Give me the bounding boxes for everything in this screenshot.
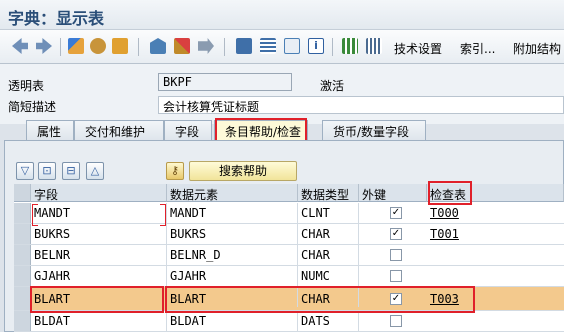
row-selector[interactable]	[14, 311, 31, 331]
short-description-field[interactable]: 会计核算凭证标题	[158, 96, 564, 114]
list-icon[interactable]	[260, 38, 276, 54]
navigate-icon[interactable]	[198, 38, 214, 54]
table-row[interactable]: GJAHR GJAHR NUMC	[14, 266, 564, 287]
data-element-cell[interactable]: BLDAT	[167, 311, 298, 331]
check-table-cell[interactable]	[427, 245, 564, 265]
tab-currency-quantity[interactable]: 货币/数量字段	[322, 120, 426, 140]
table-header-form: 透明表 BKPF 激活 简短描述 会计核算凭证标题	[0, 64, 564, 124]
expand-icon[interactable]: ⊡	[38, 162, 56, 180]
highlight-row-details	[165, 286, 475, 313]
back-arrow-icon[interactable]	[12, 38, 28, 54]
data-element-cell[interactable]: MANDT	[167, 203, 298, 223]
grid-icon[interactable]	[366, 38, 382, 54]
row-selector[interactable]	[14, 224, 31, 244]
data-type-cell: DATS	[298, 311, 359, 331]
row-selector[interactable]	[14, 245, 31, 265]
table-row[interactable]: BELNR BELNR_D CHAR	[14, 245, 564, 266]
toolbar-separator	[60, 38, 61, 56]
hierarchy-icon[interactable]	[150, 38, 166, 54]
data-type-cell: CHAR	[298, 245, 359, 265]
column-header-data-element: 数据元素	[167, 184, 298, 202]
forward-arrow-icon[interactable]	[36, 38, 52, 54]
highlight-tab-box	[215, 118, 307, 142]
info-icon[interactable]: i	[308, 38, 324, 54]
check-table-cell[interactable]: T000	[427, 203, 564, 223]
page-title: 字典：显示表	[8, 9, 105, 28]
application-toolbar: i 技术设置 索引... 附加结构	[0, 30, 564, 64]
row-selector[interactable]	[14, 203, 31, 223]
highlight-field-cell	[30, 286, 164, 313]
table-type-label: 透明表	[8, 79, 45, 93]
document-icon[interactable]	[284, 38, 300, 54]
table-row[interactable]: BLDAT BLDAT DATS	[14, 311, 564, 332]
columns-icon[interactable]	[342, 38, 358, 54]
table-name-field: BKPF	[158, 73, 292, 91]
tab-delivery-maintenance[interactable]: 交付和维护	[74, 120, 164, 140]
column-header-foreign-key: 外键	[359, 184, 427, 202]
data-type-cell: CHAR	[298, 224, 359, 244]
field-cell[interactable]: BELNR	[31, 245, 167, 265]
data-type-cell: CLNT	[298, 203, 359, 223]
technical-settings-button[interactable]: 技术设置	[394, 40, 442, 57]
magic-wand-icon[interactable]	[174, 38, 190, 54]
row-selector[interactable]	[14, 266, 31, 286]
foreign-key-checkbox[interactable]	[390, 249, 402, 261]
table-row[interactable]: MANDT MANDT CLNT ✓ T000	[14, 203, 564, 224]
tree-icon[interactable]	[236, 38, 252, 54]
append-structure-button[interactable]: 附加结构	[513, 40, 561, 57]
title-bar: 字典：显示表	[0, 0, 564, 30]
select-all-icon[interactable]: ▽	[16, 162, 34, 180]
table-row[interactable]: BUKRS BUKRS CHAR ✓ T001	[14, 224, 564, 245]
search-help-button[interactable]: 搜索帮助	[189, 161, 297, 181]
foreign-key-checkbox[interactable]	[390, 315, 402, 327]
data-type-cell: NUMC	[298, 266, 359, 286]
check-table-cell[interactable]	[427, 311, 564, 331]
short-description-label: 简短描述	[8, 100, 57, 114]
foreign-key-checkbox[interactable]: ✓	[390, 228, 402, 240]
data-element-cell[interactable]: BUKRS	[167, 224, 298, 244]
tab-attributes[interactable]: 属性	[26, 120, 74, 140]
field-cell[interactable]: BLDAT	[31, 311, 167, 331]
toolbar-separator	[332, 38, 333, 56]
field-cell[interactable]: BUKRS	[31, 224, 167, 244]
activate-icon[interactable]	[112, 38, 128, 54]
check-table-cell[interactable]	[427, 266, 564, 286]
status-label: 激活	[320, 79, 345, 93]
collapse-icon[interactable]: ⊟	[62, 162, 80, 180]
tab-fields[interactable]: 字段	[164, 120, 212, 140]
column-header-field: 字段	[31, 184, 167, 202]
red-bracket-right	[160, 204, 166, 226]
red-bracket-left	[32, 204, 38, 226]
other-object-icon[interactable]	[68, 38, 84, 54]
row-selector[interactable]	[14, 287, 31, 310]
foreign-key-checkbox[interactable]: ✓	[390, 207, 402, 219]
check-table-cell[interactable]: T001	[427, 224, 564, 244]
key-icon[interactable]: ⚷	[166, 162, 184, 180]
field-cell[interactable]: GJAHR	[31, 266, 167, 286]
indexes-button[interactable]: 索引...	[460, 40, 495, 57]
up-arrow-icon[interactable]: △	[86, 162, 104, 180]
toolbar-separator	[138, 38, 139, 56]
toolbar-separator	[224, 38, 225, 56]
field-cell[interactable]: MANDT	[31, 203, 167, 223]
highlight-check-table-header	[428, 181, 472, 205]
data-element-cell[interactable]: GJAHR	[167, 266, 298, 286]
foreign-key-checkbox[interactable]	[390, 270, 402, 282]
data-element-cell[interactable]: BELNR_D	[167, 245, 298, 265]
corner-cell	[14, 184, 31, 202]
display-change-icon[interactable]	[90, 38, 106, 54]
column-header-data-type: 数据类型	[298, 184, 359, 202]
